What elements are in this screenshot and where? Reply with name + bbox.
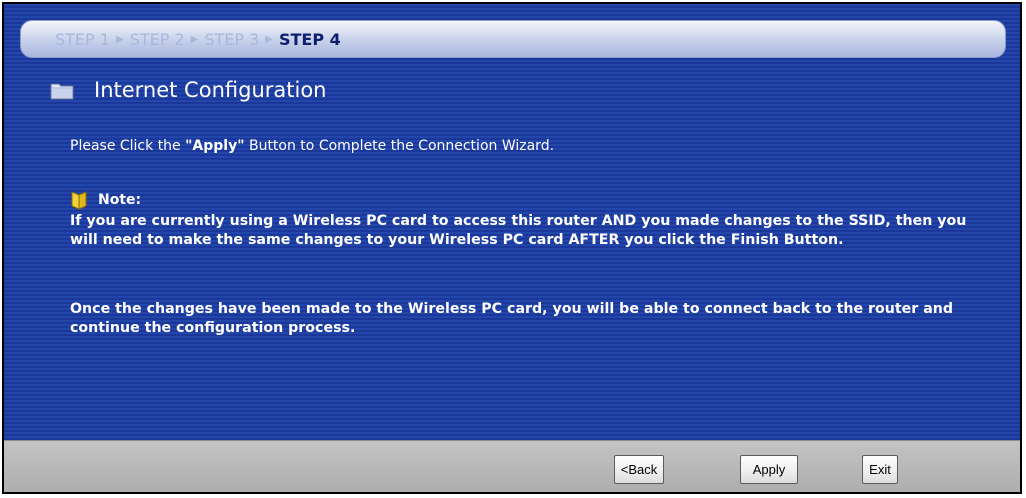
instruction-text: Please Click the "Apply" Button to Compl…	[70, 138, 554, 154]
apply-button[interactable]: Apply	[740, 455, 798, 484]
back-button[interactable]: <Back	[614, 455, 664, 484]
instruction-suffix: Button to Complete the Connection Wizard…	[244, 138, 555, 154]
step-4-label: STEP 4	[278, 29, 341, 49]
note-paragraph-2: Once the changes have been made to the W…	[70, 301, 954, 336]
button-bar: <Back Apply Exit	[4, 440, 1020, 492]
step-arrow-icon: ▶	[190, 33, 199, 45]
instruction-prefix: Please Click the	[70, 138, 186, 154]
folder-icon	[50, 83, 74, 100]
step-arrow-icon: ▶	[265, 33, 273, 45]
instruction-apply-emphasis: "Apply"	[185, 138, 245, 154]
step-2-label: STEP 2	[129, 29, 185, 49]
note-label: Note:	[98, 192, 142, 208]
exit-button[interactable]: Exit	[862, 455, 898, 484]
step-progress-bar: STEP 1 ▶ STEP 2 ▶ STEP 3 ▶ STEP 4	[20, 20, 1006, 58]
page-title: Internet Configuration	[94, 78, 327, 102]
step-1-label: STEP 1	[55, 29, 110, 49]
note-header: Note:	[70, 190, 141, 210]
note-icon	[71, 191, 87, 210]
page-header: Internet Configuration	[50, 78, 326, 102]
note-paragraph-1: If you are currently using a Wireless PC…	[70, 213, 967, 248]
step-arrow-icon: ▶	[115, 33, 124, 45]
step-3-label: STEP 3	[204, 29, 260, 49]
wizard-window: STEP 1 ▶ STEP 2 ▶ STEP 3 ▶ STEP 4 Intern…	[2, 2, 1022, 494]
